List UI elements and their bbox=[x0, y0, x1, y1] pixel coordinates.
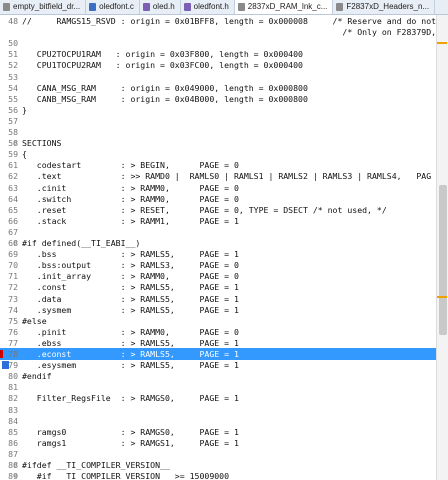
folder-icon bbox=[3, 3, 10, 11]
overview-warning-marker[interactable] bbox=[437, 296, 447, 298]
cmd-file-icon bbox=[336, 3, 344, 11]
editor-tab[interactable]: oledfont.h bbox=[181, 0, 235, 14]
tab-label: 2837xD_RAM_lnk_c... bbox=[247, 2, 328, 11]
editor-tab[interactable]: oled.h bbox=[140, 0, 181, 14]
code-editor[interactable]: 48// RAMGS15_RSVD : origin = 0x01BFF8, l… bbox=[0, 15, 436, 480]
cmd-file-icon bbox=[237, 3, 245, 11]
h-file-icon bbox=[142, 3, 150, 11]
overview-warning-marker[interactable] bbox=[437, 42, 447, 44]
c-file-icon bbox=[89, 3, 97, 11]
code-text: #if __TI_COMPILER_VERSION__ >= 15009000 bbox=[22, 471, 230, 480]
fold-toggle-icon[interactable]: ⊖ bbox=[13, 470, 17, 480]
code-line[interactable]: 89 ⊖ #if __TI_COMPILER_VERSION__ >= 15009… bbox=[0, 470, 436, 480]
tab-label: oledfont.c bbox=[99, 2, 134, 11]
tab-label: oled.h bbox=[152, 2, 175, 11]
breakpoint-marker-icon[interactable] bbox=[0, 350, 3, 358]
editor-tab[interactable]: empty_bitfield_dr... bbox=[0, 0, 87, 14]
tab-label: oledfont.h bbox=[193, 2, 229, 11]
editor-tab-bar: empty_bitfield_dr... oledfont.c oled.h oled… bbox=[0, 0, 448, 15]
tab-label: F2837xD_Headers_n... bbox=[346, 2, 430, 11]
scrollbar-thumb[interactable] bbox=[439, 185, 447, 335]
editor-tab[interactable]: F2837xD_Headers_n... bbox=[333, 0, 436, 14]
tab-label: empty_bitfield_dr... bbox=[13, 2, 81, 11]
editor-tab[interactable]: oledfont.c bbox=[86, 0, 140, 14]
editor-tab[interactable]: 2837xD_RAM_lnk_c... bbox=[234, 0, 334, 14]
vertical-scrollbar[interactable] bbox=[436, 15, 448, 480]
h-file-icon bbox=[183, 3, 191, 11]
